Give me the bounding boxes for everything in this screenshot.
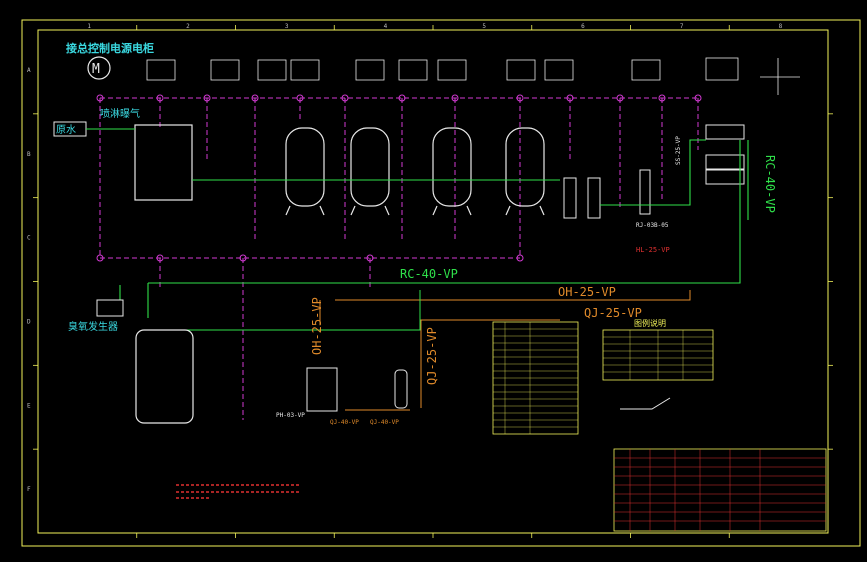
title-block bbox=[613, 448, 827, 532]
pipe-label-rj: RJ-03B-05 bbox=[636, 222, 669, 229]
spray-tower-label: 喷淋曝气 bbox=[100, 107, 140, 120]
gas-cylinder bbox=[394, 369, 408, 409]
legend-table-rows bbox=[603, 330, 713, 380]
border-letter: D bbox=[27, 318, 31, 325]
border-letter: C bbox=[27, 235, 31, 242]
pipe-label-ph: PH-03-VP bbox=[276, 412, 305, 419]
border-number: 2 bbox=[186, 23, 190, 30]
border-letter: F bbox=[27, 486, 31, 493]
pipe-label-qj40-b: QJ-40-VP bbox=[370, 419, 399, 426]
title-block-grid bbox=[614, 449, 826, 531]
red-notes bbox=[176, 484, 300, 499]
border-number: 5 bbox=[482, 23, 486, 30]
pipe-label-qj25-vertical: QJ-25-VP bbox=[425, 327, 439, 385]
ozone-box bbox=[96, 299, 124, 317]
pipe-label-hl25: HL-25-VP bbox=[636, 246, 670, 254]
lower-tank bbox=[135, 329, 194, 424]
control-wiring bbox=[99, 97, 699, 420]
material-table-rows bbox=[493, 322, 578, 434]
pipe-label-rc40-right: RC-40-VP bbox=[763, 155, 777, 213]
main-pipes bbox=[119, 139, 749, 318]
border-number: 1 bbox=[87, 23, 91, 30]
border-number: 7 bbox=[680, 23, 684, 30]
border-number: 6 bbox=[581, 23, 585, 30]
pipe-label-qj40-a: QJ-40-VP bbox=[330, 419, 359, 426]
control-cabinet-title: 接总控制电源电柜 bbox=[66, 41, 154, 55]
top-instrument-boxes bbox=[146, 57, 739, 81]
pipe-label-oh25: OH-25-VP bbox=[558, 285, 616, 299]
border-number: 4 bbox=[384, 23, 388, 30]
pipe-label-ss: SS-25-VP bbox=[675, 136, 682, 165]
border-letter: A bbox=[27, 67, 31, 74]
dosing-tank bbox=[306, 367, 338, 412]
pipe-label-qj25: QJ-25-VP bbox=[584, 306, 642, 320]
filter-vessels bbox=[285, 127, 545, 216]
ozone-line bbox=[170, 290, 421, 331]
spray-tank bbox=[134, 124, 193, 201]
switch-symbol bbox=[620, 397, 671, 410]
cartridge-filters bbox=[563, 169, 651, 219]
border-letter: B bbox=[27, 151, 31, 158]
frame-ticks bbox=[33, 25, 833, 538]
raw-water-label: 原水 bbox=[56, 124, 76, 136]
border-letter: E bbox=[27, 402, 31, 409]
inner-frame bbox=[37, 29, 829, 534]
ozone-generator-label: 臭氧发生器 bbox=[68, 320, 118, 333]
pipe-label-oh25-vertical: OH-25-VP bbox=[310, 297, 324, 355]
border-number: 3 bbox=[285, 23, 289, 30]
motor-letter: M bbox=[92, 62, 100, 77]
control-nodes bbox=[96, 94, 702, 262]
border-number: 8 bbox=[779, 23, 783, 30]
legend-title: 图例说明 bbox=[634, 318, 666, 328]
pipe-label-rc40: RC-40-VP bbox=[400, 267, 458, 281]
process-flow-drawing: 1 2 3 4 5 6 7 8 A B C D E F 接总控制电源电柜 M 原水 喷淋曝气… bbox=[21, 19, 861, 547]
uv-units bbox=[705, 124, 745, 185]
north-arrow-icon bbox=[760, 58, 800, 95]
